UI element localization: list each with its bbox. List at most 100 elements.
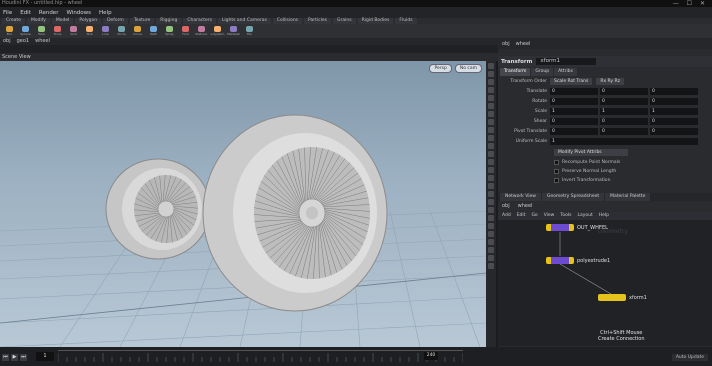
- path-segment[interactable]: obj: [3, 38, 11, 45]
- node-body[interactable]: [546, 257, 574, 264]
- parameter-field[interactable]: 1: [550, 137, 698, 145]
- parameter-field[interactable]: 0: [550, 87, 598, 95]
- display-option-icon[interactable]: [488, 231, 494, 237]
- checkbox[interactable]: [554, 177, 559, 183]
- path-segment[interactable]: obj: [502, 41, 510, 47]
- display-option-icon[interactable]: [488, 119, 494, 125]
- parameter-field[interactable]: 0: [650, 117, 698, 125]
- path-segment[interactable]: wheel: [35, 38, 50, 45]
- display-option-icon[interactable]: [488, 191, 494, 197]
- display-option-icon[interactable]: [488, 239, 494, 245]
- shelf-tool[interactable]: Torus: [51, 25, 64, 37]
- parameter-field[interactable]: 0: [550, 117, 598, 125]
- current-frame-field[interactable]: 1: [36, 352, 54, 361]
- display-option-icon[interactable]: [488, 143, 494, 149]
- display-option-icon[interactable]: [488, 127, 494, 133]
- display-option-icon[interactable]: [488, 71, 494, 77]
- shelf-tool[interactable]: Font: [179, 25, 192, 37]
- tab-attribs[interactable]: Attribs: [554, 68, 577, 76]
- display-option-icon[interactable]: [488, 111, 494, 117]
- parameter-field[interactable]: 0: [550, 127, 598, 135]
- menu-help[interactable]: Help: [99, 10, 112, 16]
- display-option-icon[interactable]: [488, 103, 494, 109]
- shelf-tool[interactable]: Spray: [163, 25, 176, 37]
- last-frame-button[interactable]: ⏭: [20, 353, 27, 361]
- path-segment[interactable]: geo1: [17, 38, 30, 45]
- menu-windows[interactable]: Windows: [66, 10, 91, 16]
- node-body[interactable]: [546, 224, 574, 231]
- parameter-field[interactable]: 1: [650, 107, 698, 115]
- display-option-icon[interactable]: [488, 167, 494, 173]
- tab-geometry-spreadsheet[interactable]: Geometry Spreadsheet: [541, 193, 605, 201]
- shelf-tool[interactable]: Line: [99, 25, 112, 37]
- shelf-tool[interactable]: Platonic: [195, 25, 208, 37]
- parameter-field[interactable]: 0: [600, 87, 648, 95]
- end-frame-field[interactable]: 240: [424, 352, 438, 360]
- display-option-icon[interactable]: [488, 207, 494, 213]
- display-option-icon[interactable]: [488, 215, 494, 221]
- timeline-ruler[interactable]: [57, 350, 464, 362]
- node-name-field[interactable]: xform1: [536, 58, 597, 65]
- display-option-icon[interactable]: [488, 159, 494, 165]
- update-mode-button[interactable]: Auto Update: [671, 354, 708, 361]
- display-option-icon[interactable]: [488, 79, 494, 85]
- persp-menu[interactable]: Persp: [429, 64, 452, 73]
- path-segment[interactable]: obj: [502, 202, 510, 211]
- parameter-field[interactable]: 1: [600, 107, 648, 115]
- network-menu-item[interactable]: Go: [531, 212, 537, 220]
- network-menu-item[interactable]: Edit: [517, 212, 526, 220]
- network-editor[interactable]: OUT_WHEEL polyextrude1 xform1: [498, 220, 712, 346]
- scene-view-tab[interactable]: Scene View: [0, 53, 498, 61]
- display-option-icon[interactable]: [488, 199, 494, 205]
- network-node[interactable]: polyextrude1: [546, 257, 610, 264]
- display-option-icon[interactable]: [488, 223, 494, 229]
- network-menu-item[interactable]: View: [544, 212, 555, 220]
- tab-material-palette[interactable]: Material Palette: [605, 193, 651, 201]
- menu-file[interactable]: File: [3, 10, 12, 16]
- parameter-field[interactable]: 0: [600, 127, 648, 135]
- network-menu-item[interactable]: Tools: [560, 212, 571, 220]
- parameter-field[interactable]: 0: [600, 117, 648, 125]
- display-option-icon[interactable]: [488, 87, 494, 93]
- checkbox[interactable]: [554, 159, 559, 165]
- modify-pivot-menu[interactable]: Modify Pivot Attribs: [554, 148, 628, 156]
- menu-render[interactable]: Render: [39, 10, 59, 16]
- window-controls[interactable]: — ☐ ✕: [673, 0, 708, 7]
- display-option-icon[interactable]: [488, 151, 494, 157]
- display-option-icon[interactable]: [488, 255, 494, 261]
- display-option-icon[interactable]: [488, 135, 494, 141]
- shelf-tool[interactable]: Metaball: [227, 25, 240, 37]
- parameter-field[interactable]: 0: [600, 97, 648, 105]
- network-menu-item[interactable]: Help: [599, 212, 609, 220]
- node-body[interactable]: [598, 294, 626, 301]
- shelf-tool[interactable]: Sphere: [19, 25, 32, 37]
- display-option-icon[interactable]: [488, 63, 494, 69]
- parameter-field[interactable]: 0: [550, 97, 598, 105]
- checkbox[interactable]: [554, 168, 559, 174]
- display-option-icon[interactable]: [488, 175, 494, 181]
- camera-menu[interactable]: No cam: [454, 64, 482, 73]
- play-button[interactable]: ▶: [11, 353, 18, 361]
- shelf-tool[interactable]: Tube: [35, 25, 48, 37]
- network-node[interactable]: xform1: [598, 294, 647, 301]
- shelf-tool[interactable]: Null: [83, 25, 96, 37]
- shelf-tool[interactable]: L-System: [211, 25, 224, 37]
- display-option-icon[interactable]: [488, 183, 494, 189]
- display-option-icon[interactable]: [488, 247, 494, 253]
- parameter-field[interactable]: 0: [650, 127, 698, 135]
- display-option-icon[interactable]: [488, 95, 494, 101]
- parameter-field[interactable]: 1: [550, 107, 598, 115]
- 3d-viewport[interactable]: Persp No cam: [0, 61, 486, 347]
- parameter-menu[interactable]: Scale Rot Trans: [550, 77, 593, 85]
- menu-edit[interactable]: Edit: [20, 10, 31, 16]
- shelf-tool[interactable]: Grid: [67, 25, 80, 37]
- shelf-tool[interactable]: Curve: [131, 25, 144, 37]
- tab-network-view[interactable]: Network View: [500, 193, 541, 201]
- parameter-field[interactable]: 0: [650, 97, 698, 105]
- shelf-tool[interactable]: Box: [3, 25, 16, 37]
- tab-transform[interactable]: Transform: [500, 68, 531, 76]
- network-menu-item[interactable]: Add: [502, 212, 511, 220]
- shelf-tool[interactable]: Circle: [115, 25, 128, 37]
- network-menu-item[interactable]: Layout: [577, 212, 592, 220]
- tab-group[interactable]: Group: [531, 68, 554, 76]
